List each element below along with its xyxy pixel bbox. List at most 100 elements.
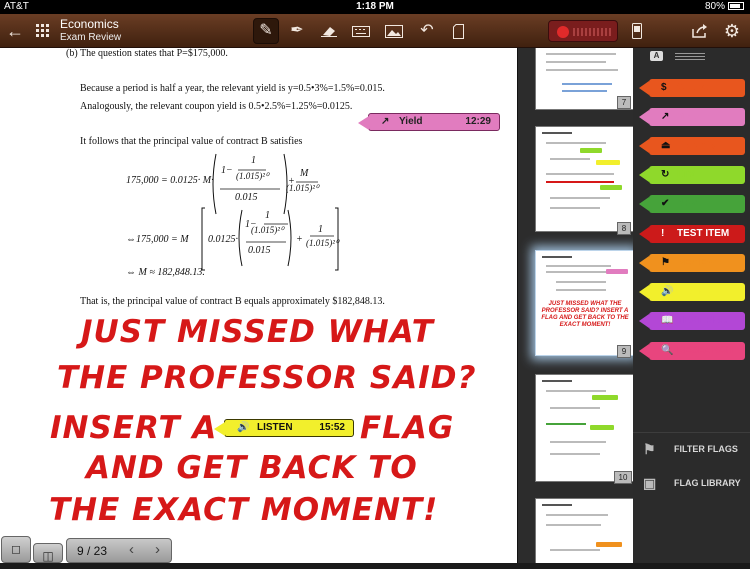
flag-type-maturity[interactable]: ⏏ Maturity (639, 137, 745, 155)
equation-term: 0.015 (235, 192, 258, 203)
handwritten-note: JUST MISSED WHAT (81, 314, 434, 350)
flag-type-label: TEXT REF. (677, 315, 728, 326)
multi-page-view-button[interactable]: ◫ (33, 543, 63, 563)
highlighter-icon[interactable]: ✒ (284, 14, 310, 48)
page-icon[interactable] (445, 14, 471, 48)
equation-term: 0.015 (248, 245, 271, 256)
equation-term: 1 (251, 155, 256, 166)
equation-term: (1.015)²⁰ (306, 238, 339, 248)
page-thumbnails[interactable]: 7 8 JUST MISSED WHAT THE PROFESSOR SAID?… (517, 48, 633, 563)
flag-type-label: Maturity (677, 140, 716, 151)
doc-line: That is, the principal value of contract… (80, 296, 385, 307)
chart-icon: ↗ (661, 111, 670, 122)
speaker-icon: 🔊 (661, 286, 674, 297)
flag-type-test-item[interactable]: ! TEST ITEM (639, 225, 745, 243)
thumbnail-handwriting: JUST MISSED WHAT THE PROFESSOR SAID? INS… (541, 301, 629, 328)
handwritten-note: THE EXACT MOMENT! (49, 492, 439, 528)
handwritten-note: AND GET BACK TO (86, 450, 418, 486)
record-icon (557, 26, 569, 38)
page-number: 10 (614, 471, 632, 484)
refresh-icon: ↻ (661, 169, 670, 180)
library-icon: ▣ (643, 475, 657, 491)
flag-type-listen[interactable]: 🔊 LISTEN (639, 283, 745, 301)
document-title: Economics (60, 17, 119, 31)
undo-icon[interactable]: ↶ (414, 14, 440, 48)
equation-term: 1 (318, 224, 323, 235)
flag-label: Yield (399, 116, 423, 127)
flag-type-label: RESEARCH (677, 345, 734, 356)
flag-type-label: NPV (677, 198, 698, 209)
doc-line: Analogously, the relevant coupon yield i… (80, 101, 353, 112)
exclamation-icon: ! (661, 228, 665, 239)
page-number: 7 (617, 96, 631, 109)
flag-type-label: LISTEN (677, 286, 713, 297)
battery-label: 80% (704, 1, 725, 12)
eject-icon: ⏏ (661, 140, 671, 151)
flag-type-label: LTV (677, 169, 696, 180)
top-toolbar: ← Economics Exam Review ✎ ✒ ↶ ⚙ (0, 14, 750, 48)
doc-line: It follows that the principal value of c… (80, 136, 303, 147)
equation-term: 1− (221, 165, 233, 176)
battery-icon (728, 2, 744, 10)
share-icon[interactable] (687, 14, 713, 48)
status-bar: AT&T 1:18 PM 80% (0, 0, 750, 14)
document-subtitle: Exam Review (60, 32, 122, 43)
doc-line: Because a period is half a year, the rel… (80, 83, 385, 94)
page-navigator: 9 / 23 ‹ › (66, 538, 172, 563)
font-size-button[interactable]: A (650, 51, 663, 61)
thumbnail-page-11[interactable] (535, 498, 633, 563)
flag-type-label: TEST ITEM (677, 228, 730, 239)
single-page-view-button[interactable]: ◻ (1, 536, 31, 563)
equation-term: (1.015)²⁰ (236, 171, 269, 181)
single-page-icon: ◻ (11, 542, 21, 556)
handwritten-note: THE PROFESSOR SAID? (57, 360, 477, 396)
thumbnail-page-10[interactable] (535, 374, 633, 482)
flag-type-research[interactable]: 🔍 RESEARCH (639, 342, 745, 360)
flag-library-button[interactable]: ▣ FLAG LIBRARY (643, 473, 748, 493)
check-icon: ✔ (661, 198, 670, 209)
handwritten-note: FLAG (360, 410, 455, 446)
battery-indicator: 80% (705, 1, 744, 12)
yield-flag[interactable]: ↗ Yield 12:29 (358, 113, 500, 131)
flag-type-review[interactable]: ⚑ REVIEW (639, 254, 745, 272)
pen-icon[interactable]: ✎ (253, 14, 279, 48)
thumbnail-page-8[interactable] (535, 126, 633, 232)
flag-type-label: Coupon (677, 82, 715, 93)
equation-term: (1.015)²⁰ (251, 225, 284, 235)
flag-type-coupon[interactable]: $ Coupon (639, 79, 745, 97)
thumbnail-page-9[interactable]: JUST MISSED WHAT THE PROFESSOR SAID? INS… (535, 250, 633, 356)
flag-type-npv[interactable]: ✔ NPV (639, 195, 745, 213)
flag-type-yield[interactable]: ↗ Yield (639, 108, 745, 126)
eraser-icon[interactable] (316, 14, 342, 48)
flag-type-label: REVIEW (677, 257, 717, 268)
flag-icon: ⚑ (661, 257, 670, 268)
flag-time: 15:52 (319, 422, 345, 433)
phone-icon[interactable] (624, 14, 650, 48)
document-title-block[interactable]: Economics Exam Review (60, 17, 121, 43)
listen-flag[interactable]: 🔊 LISTEN 15:52 (214, 419, 354, 437)
equation-3: ⇔ M ≈ 182,848.13. (126, 267, 205, 278)
flag-type-text-ref[interactable]: 📖 TEXT REF. (639, 312, 745, 330)
keyboard-icon[interactable] (348, 14, 374, 48)
prev-page-button[interactable]: ‹ (129, 541, 134, 558)
record-button[interactable] (548, 20, 618, 42)
image-icon[interactable] (381, 14, 407, 48)
list-view-icon[interactable] (675, 53, 705, 61)
equation-term: + (296, 234, 303, 245)
flag-type-label: Yield (677, 111, 701, 122)
grid-icon[interactable] (30, 14, 56, 48)
gear-icon[interactable]: ⚙ (719, 14, 745, 48)
filter-flags-label: FILTER FLAGS (674, 444, 738, 454)
back-arrow-icon[interactable]: ← (2, 14, 28, 48)
equation-term: (1.015)²⁰ (286, 183, 319, 193)
next-page-button[interactable]: › (155, 541, 160, 558)
flag-type-ltv[interactable]: ↻ LTV (639, 166, 745, 184)
page-number: 8 (617, 222, 631, 235)
flag-library-label: FLAG LIBRARY (674, 478, 741, 488)
document-page[interactable]: (b) The question states that P=$175,000.… (0, 48, 517, 563)
speaker-icon: 🔊 (237, 422, 250, 433)
equation-2: ⇔175,000 = M (126, 234, 189, 245)
panel-divider (633, 432, 750, 433)
filter-flags-button[interactable]: ⚑ FILTER FLAGS (643, 439, 748, 459)
flags-panel: A $ Coupon ↗ Yield ⏏ Maturity ↻ LTV ✔ NP… (633, 48, 750, 563)
